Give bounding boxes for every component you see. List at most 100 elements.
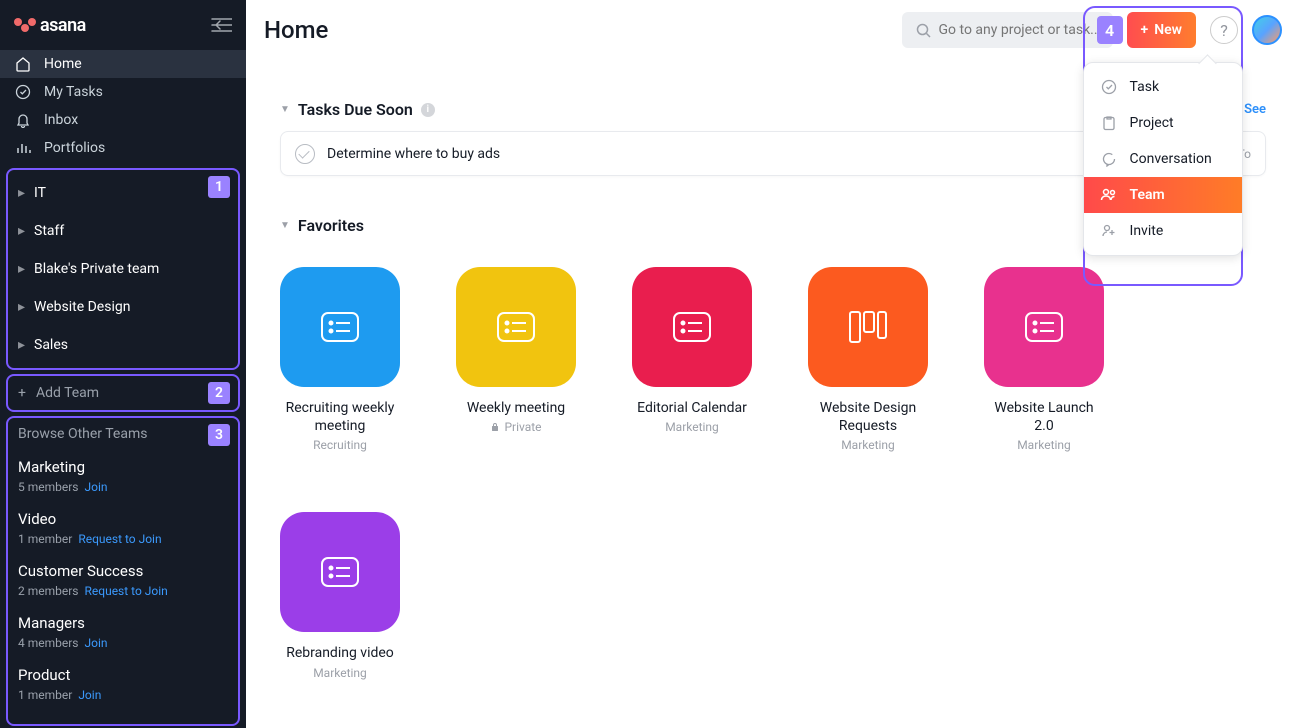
team-label: Sales — [34, 337, 68, 353]
join-link[interactable]: Join — [85, 636, 108, 650]
caret-right-icon: ▸ — [18, 223, 26, 239]
team-label: Blake's Private team — [34, 261, 159, 277]
favorite-project[interactable]: Recruiting weekly meeting Recruiting — [280, 267, 400, 452]
new-button-wrapper: 4 + New Task Project Conversation — [1127, 12, 1196, 48]
menu-item-project[interactable]: Project — [1084, 105, 1242, 141]
project-tile — [632, 267, 752, 387]
logo-text: asana — [40, 15, 86, 36]
user-avatar[interactable] — [1252, 15, 1282, 45]
project-name: Website Launch 2.0 — [984, 399, 1104, 435]
browse-title: Browse Other Teams — [18, 426, 228, 442]
favorite-project[interactable]: Rebranding videoMarketing — [280, 512, 400, 679]
caret-right-icon: ▸ — [18, 261, 26, 277]
menu-project-label: Project — [1130, 115, 1174, 131]
other-team[interactable]: Product1 memberJoin — [18, 666, 228, 702]
tasks-due-title: Tasks Due Soon — [298, 100, 413, 119]
menu-item-conversation[interactable]: Conversation — [1084, 141, 1242, 177]
search-input[interactable] — [939, 22, 1099, 38]
nav-inbox[interactable]: Inbox — [0, 106, 246, 134]
new-dropdown-menu: Task Project Conversation Team Invite — [1083, 62, 1243, 256]
callout-3: 3 — [208, 424, 230, 446]
other-team[interactable]: Marketing5 membersJoin — [18, 458, 228, 494]
help-button[interactable]: ? — [1210, 16, 1238, 44]
nav-portfolios[interactable]: Portfolios — [0, 134, 246, 162]
sidebar: asana Home My Tasks Inbox Portfolios 1 ▸… — [0, 0, 246, 728]
project-subtitle: Marketing — [808, 438, 928, 452]
chat-icon — [1100, 151, 1118, 167]
team-label: IT — [34, 185, 46, 201]
menu-item-task[interactable]: Task — [1084, 69, 1242, 105]
favorite-project[interactable]: Website Design Requests Marketing — [808, 267, 928, 452]
join-link[interactable]: Join — [85, 480, 108, 494]
nav-my-tasks-label: My Tasks — [44, 84, 103, 100]
project-name: Editorial Calendar — [632, 399, 752, 417]
sidebar-team[interactable]: ▸Website Design — [8, 288, 238, 326]
search-icon — [916, 23, 931, 38]
new-button[interactable]: + New — [1127, 12, 1196, 48]
favorites-grid: Recruiting weekly meeting Recruiting Weekl… — [280, 267, 1266, 680]
task-title: Determine where to buy ads — [327, 146, 1144, 162]
clipboard-icon — [1100, 115, 1118, 131]
teams-section-callout: 1 ▸ IT ▸ Staff ▸ Blake's Private team ▸Website… — [6, 168, 240, 370]
nav-portfolios-label: Portfolios — [44, 140, 105, 156]
caret-right-icon: ▸ — [18, 185, 26, 201]
menu-item-invite[interactable]: Invite — [1084, 213, 1242, 249]
complete-task-icon[interactable] — [295, 144, 315, 164]
sidebar-team[interactable]: ▸ Sales — [8, 326, 238, 364]
project-name: Website Design Requests — [808, 399, 928, 435]
favorite-project[interactable]: Editorial Calendar Marketing — [632, 267, 752, 452]
other-team[interactable]: Video 1 memberRequest to Join — [18, 510, 228, 546]
project-subtitle: Marketing — [632, 420, 752, 434]
search-box[interactable] — [902, 12, 1113, 48]
sidebar-header: asana — [0, 0, 246, 50]
other-team-name: Managers — [18, 614, 228, 632]
menu-task-label: Task — [1130, 79, 1160, 95]
sidebar-team[interactable]: ▸ IT — [8, 174, 238, 212]
join-link[interactable]: Request to Join — [85, 584, 168, 598]
plus-icon: + — [1141, 22, 1149, 38]
other-team-name: Video — [18, 510, 228, 528]
caret-right-icon: ▸ — [18, 299, 26, 315]
add-team-button[interactable]: + Add Team 2 — [6, 374, 240, 412]
join-link[interactable]: Request to Join — [78, 532, 161, 546]
menu-team-label: Team — [1130, 187, 1165, 203]
bars-icon — [14, 140, 32, 156]
sidebar-team[interactable]: ▸ Staff — [8, 212, 238, 250]
favorite-project[interactable]: Website Launch 2.0Marketing — [984, 267, 1104, 452]
see-all-link[interactable]: See — [1244, 102, 1266, 117]
info-icon[interactable]: i — [421, 103, 435, 117]
other-team-sub: 1 memberRequest to Join — [18, 532, 228, 546]
caret-right-icon: ▸ — [18, 337, 26, 353]
collapse-sidebar-icon[interactable] — [210, 17, 232, 33]
asana-logo[interactable]: asana — [14, 15, 86, 36]
nav-home[interactable]: Home — [0, 50, 246, 78]
nav-main: Home My Tasks Inbox Portfolios — [0, 50, 246, 162]
other-team[interactable]: Customer Success2 membersRequest to Join — [18, 562, 228, 598]
nav-home-label: Home — [44, 56, 82, 72]
project-tile — [280, 512, 400, 632]
menu-invite-label: Invite — [1130, 223, 1164, 239]
favorite-project[interactable]: Weekly meeting Private — [456, 267, 576, 452]
main-area: Home 4 + New Task Project — [246, 0, 1300, 728]
other-team[interactable]: Managers 4 membersJoin — [18, 614, 228, 650]
page-title: Home — [264, 16, 328, 44]
team-label: Staff — [34, 223, 64, 239]
menu-conversation-label: Conversation — [1130, 151, 1212, 167]
check-circle-icon — [1100, 79, 1118, 95]
sidebar-team[interactable]: ▸ Blake's Private team — [8, 250, 238, 288]
project-subtitle: Recruiting — [280, 438, 400, 452]
join-link[interactable]: Join — [78, 688, 101, 702]
callout-1: 1 — [208, 176, 230, 198]
project-name: Recruiting weekly meeting — [280, 399, 400, 435]
add-team-label: Add Team — [36, 385, 99, 401]
project-subtitle: Marketing — [280, 666, 400, 680]
project-tile — [280, 267, 400, 387]
people-icon — [1100, 187, 1118, 203]
other-team-sub: 2 membersRequest to Join — [18, 584, 228, 598]
project-tile — [808, 267, 928, 387]
other-team-sub: 4 membersJoin — [18, 636, 228, 650]
callout-2: 2 — [208, 382, 230, 404]
menu-item-team[interactable]: Team — [1084, 177, 1242, 213]
bell-icon — [14, 112, 32, 128]
nav-my-tasks[interactable]: My Tasks — [0, 78, 246, 106]
